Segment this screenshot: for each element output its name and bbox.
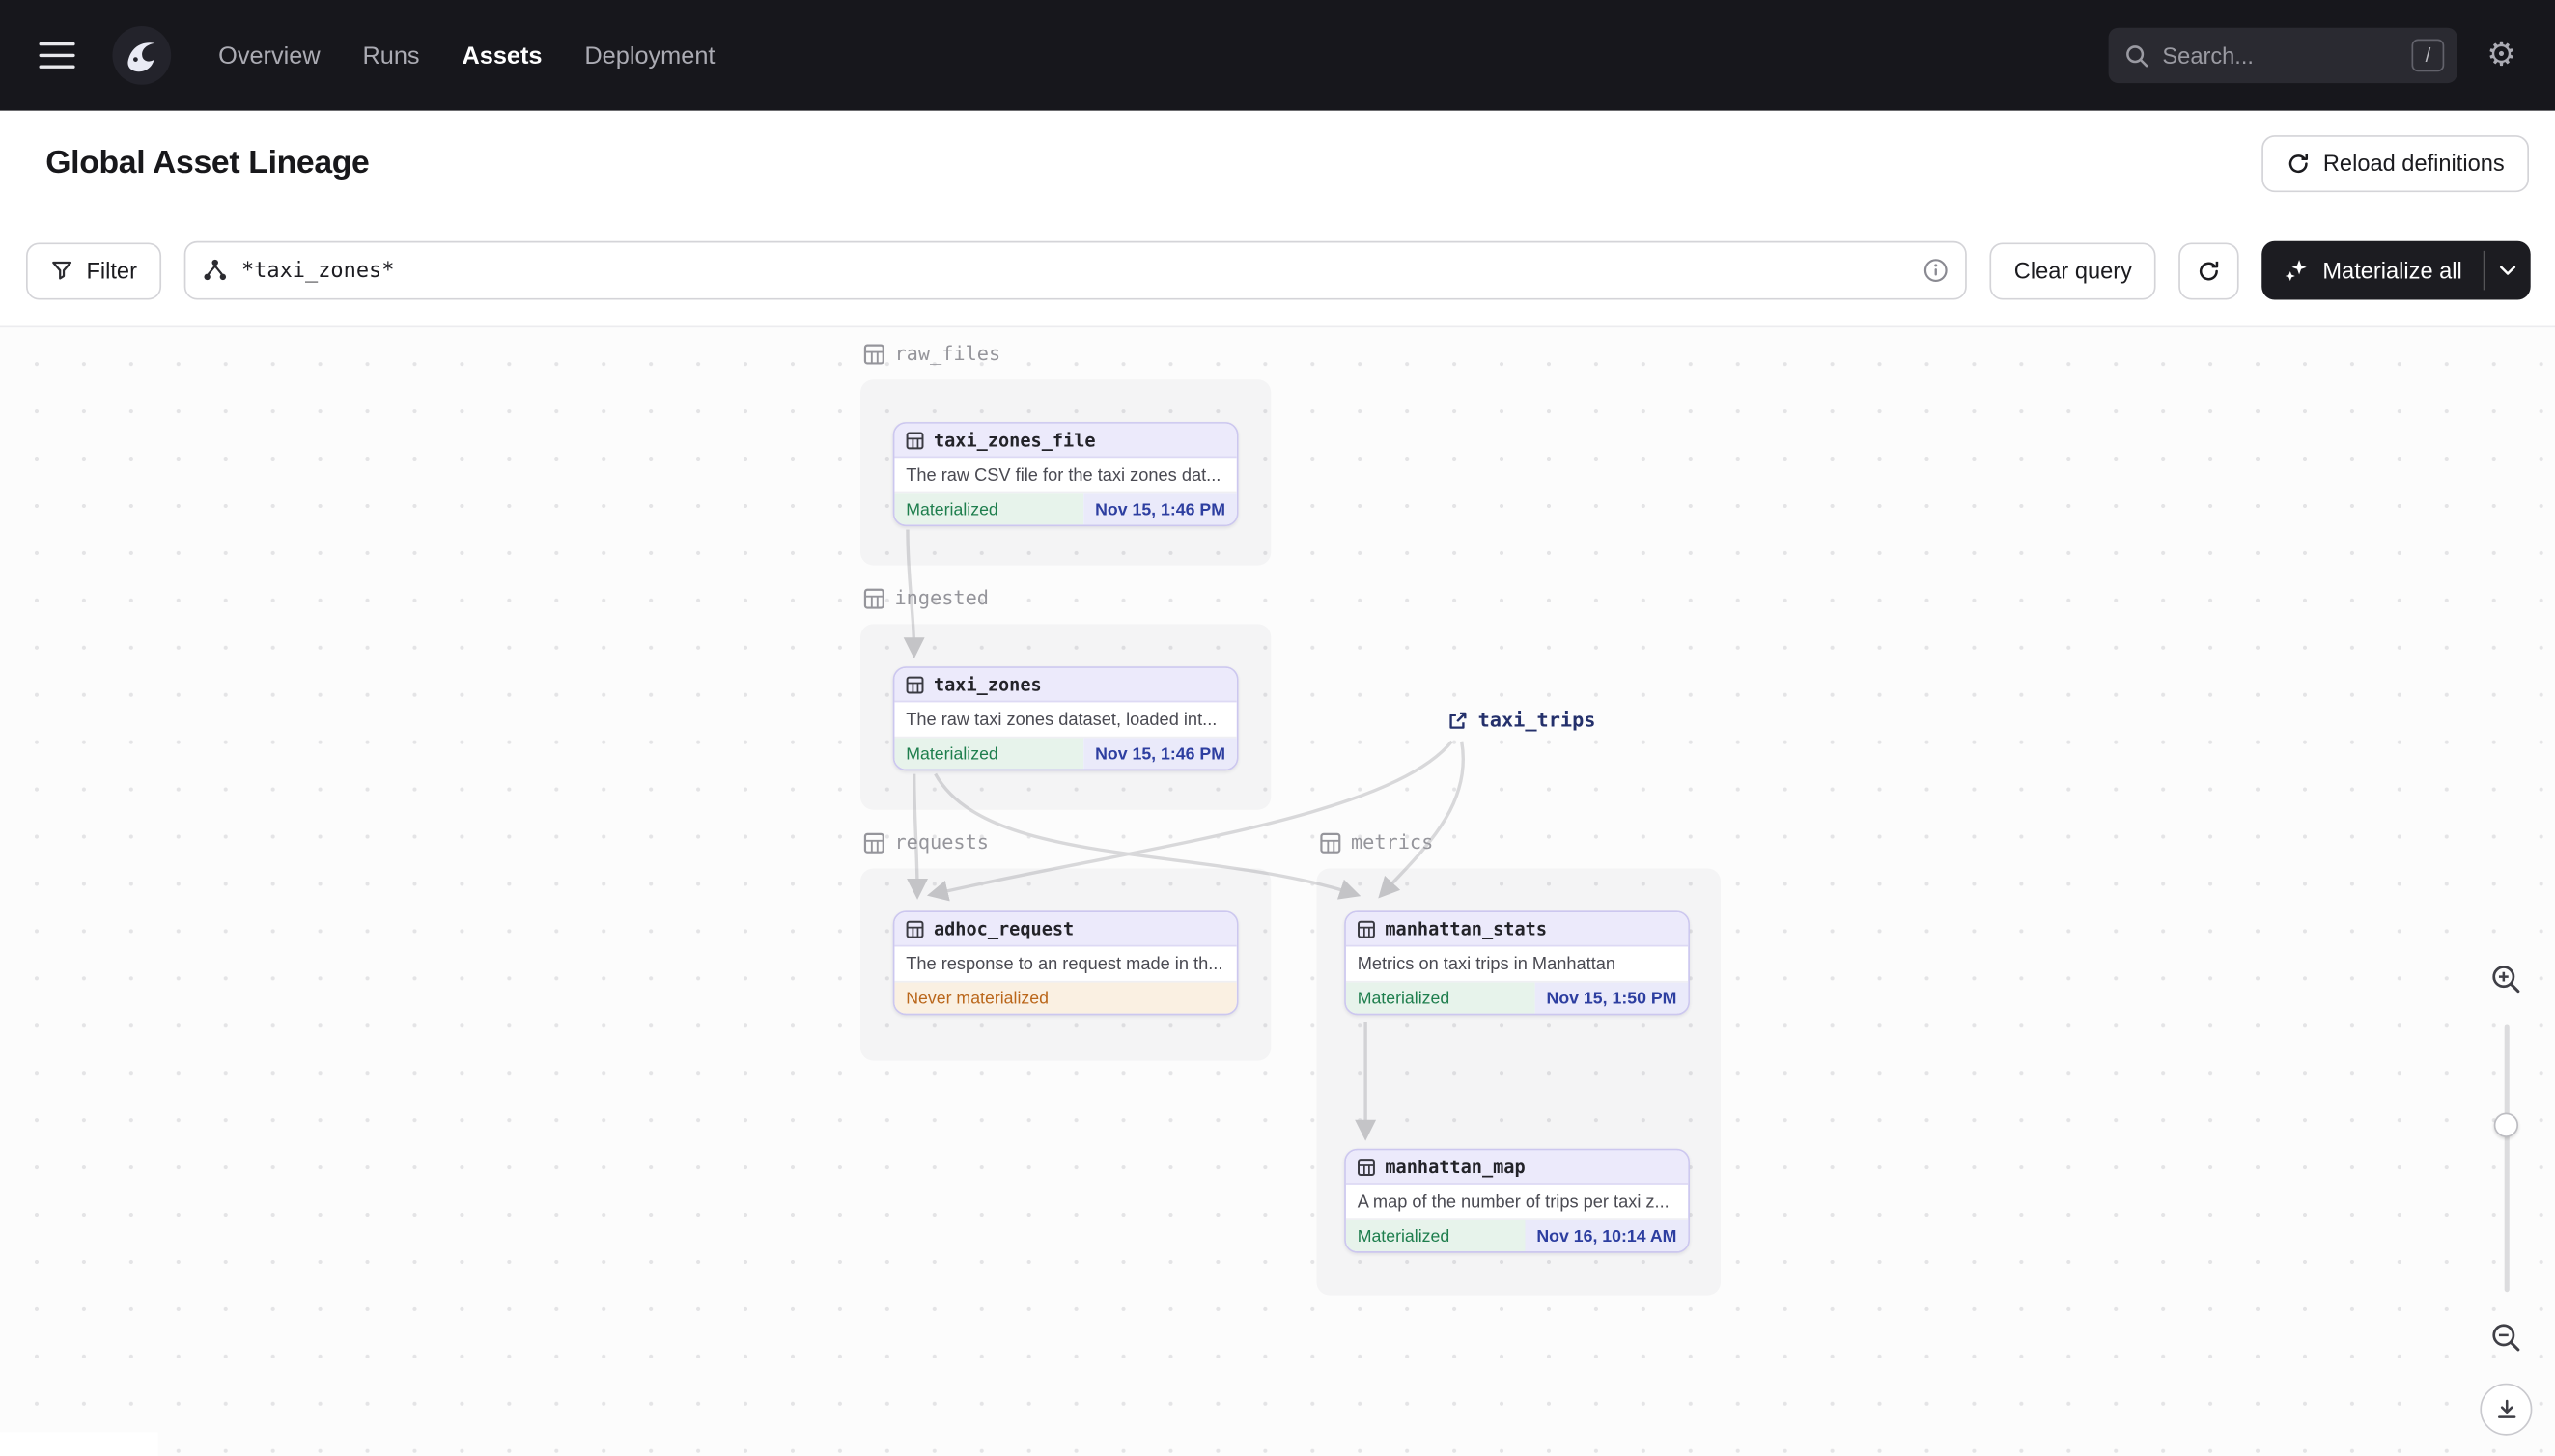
asset-description: The raw taxi zones dataset, loaded int..…	[906, 709, 1218, 730]
nav-item-assets[interactable]: Assets	[462, 42, 542, 70]
dagster-logo[interactable]	[111, 24, 173, 86]
group-icon	[1320, 831, 1341, 853]
group-icon	[863, 587, 884, 608]
zoom-slider-handle[interactable]	[2493, 1112, 2519, 1137]
group-label-ingested[interactable]: ingested	[863, 586, 989, 610]
page-title: Global Asset Lineage	[45, 144, 370, 181]
download-graph-button[interactable]	[2480, 1383, 2533, 1436]
refresh-icon	[2286, 151, 2310, 175]
group-label-raw-files[interactable]: raw_files	[863, 342, 1000, 365]
external-link-icon	[1449, 711, 1467, 728]
asset-node-adhoc-request[interactable]: adhoc_request The response to an request…	[892, 910, 1239, 1016]
query-info-icon[interactable]	[1923, 258, 1949, 284]
clear-query-label: Clear query	[2013, 257, 2132, 284]
asset-timestamp[interactable]: Nov 15, 1:46 PM	[1083, 738, 1237, 770]
canvas-corner-strip	[0, 1432, 158, 1456]
group-icon	[863, 831, 884, 853]
asset-node-taxi-zones[interactable]: taxi_zones The raw taxi zones dataset, l…	[892, 666, 1239, 771]
materialize-all-button[interactable]: Materialize all	[2262, 241, 2484, 300]
asset-timestamp[interactable]: Nov 15, 1:50 PM	[1534, 982, 1689, 1014]
asset-timestamp[interactable]: Nov 16, 10:14 AM	[1525, 1219, 1689, 1251]
reload-definitions-button[interactable]: Reload definitions	[2260, 134, 2529, 192]
zoom-in-button[interactable]	[2480, 953, 2532, 1005]
filter-funnel-icon	[50, 259, 73, 282]
asset-node-taxi-zones-file[interactable]: taxi_zones_file The raw CSV file for the…	[892, 422, 1239, 527]
table-icon	[1358, 1158, 1375, 1176]
page-header: Global Asset Lineage Reload definitions	[0, 110, 2555, 215]
filter-label: Filter	[86, 257, 137, 284]
sparkles-icon	[2284, 258, 2310, 284]
reload-definitions-label: Reload definitions	[2322, 150, 2505, 177]
asset-description: The raw CSV file for the taxi zones dat.…	[906, 464, 1221, 486]
zoom-slider-track[interactable]	[2493, 1024, 2519, 1293]
asset-status: Materialized	[1345, 982, 1535, 1014]
lineage-toolbar: Filter Clear query	[0, 214, 2555, 326]
top-navbar: Overview Runs Assets Deployment / ⚙	[0, 0, 2555, 111]
group-name: raw_files	[894, 342, 1001, 365]
asset-timestamp[interactable]: Nov 15, 1:46 PM	[1083, 493, 1237, 525]
group-name: ingested	[894, 586, 989, 610]
table-icon	[1358, 919, 1375, 938]
asset-node-manhattan-stats[interactable]: manhattan_stats Metrics on taxi trips in…	[1344, 910, 1690, 1016]
asset-status: Materialized	[1345, 1219, 1526, 1251]
asset-selection-input[interactable]	[240, 258, 1910, 283]
asset-name: taxi_zones	[933, 673, 1042, 695]
clear-query-button[interactable]: Clear query	[1989, 241, 2157, 299]
group-icon	[863, 343, 884, 364]
materialize-all-label: Materialize all	[2322, 257, 2462, 284]
group-label-metrics[interactable]: metrics	[1320, 831, 1433, 854]
zoom-out-button[interactable]	[2480, 1311, 2532, 1363]
lineage-edges	[903, 529, 1465, 1141]
refresh-query-button[interactable]	[2178, 241, 2240, 299]
settings-gear-icon[interactable]: ⚙	[2486, 40, 2515, 72]
asset-description: The response to an request made in th...	[906, 954, 1223, 974]
group-name: metrics	[1350, 830, 1434, 854]
search-icon	[2125, 43, 2149, 68]
global-search[interactable]: /	[2108, 27, 2457, 84]
table-icon	[906, 675, 924, 693]
asset-name: manhattan_stats	[1385, 917, 1548, 939]
filter-button[interactable]: Filter	[26, 241, 162, 299]
nav-item-runs[interactable]: Runs	[362, 42, 419, 70]
app-window: Overview Runs Assets Deployment / ⚙ Glob…	[0, 0, 2555, 1456]
asset-node-manhattan-map[interactable]: manhattan_map A map of the number of tri…	[1344, 1148, 1690, 1253]
search-shortcut-badge: /	[2411, 39, 2445, 72]
table-icon	[906, 919, 924, 938]
search-input[interactable]	[2162, 42, 2400, 69]
asset-name: taxi_zones_file	[933, 429, 1096, 451]
nav-item-deployment[interactable]: Deployment	[584, 42, 715, 70]
asset-name: manhattan_map	[1385, 1156, 1526, 1178]
nav-item-overview[interactable]: Overview	[218, 42, 320, 70]
materialize-all-split-button: Materialize all	[2261, 240, 2531, 300]
asset-graph-icon	[202, 258, 228, 284]
asset-description: A map of the number of trips per taxi z.…	[1357, 1191, 1670, 1212]
zoom-slider[interactable]	[2480, 1024, 2532, 1293]
hamburger-menu-icon[interactable]	[39, 42, 75, 69]
primary-nav: Overview Runs Assets Deployment	[218, 42, 715, 70]
external-asset-name: taxi_trips	[1477, 709, 1596, 732]
external-asset-taxi-trips[interactable]: taxi_trips	[1447, 709, 1596, 732]
group-name: requests	[894, 830, 989, 854]
materialize-options-caret[interactable]	[2485, 241, 2530, 300]
group-label-requests[interactable]: requests	[863, 831, 989, 854]
asset-status: Never materialized	[894, 982, 1237, 1014]
asset-selection-input-wrap[interactable]	[183, 240, 1967, 300]
asset-status: Materialized	[894, 738, 1084, 770]
table-icon	[906, 431, 924, 449]
asset-status: Materialized	[894, 493, 1084, 525]
asset-description: Metrics on taxi trips in Manhattan	[1357, 954, 1616, 974]
asset-name: adhoc_request	[933, 917, 1075, 939]
lineage-canvas[interactable]: raw_files ingested requests metrics taxi…	[0, 325, 2555, 1456]
